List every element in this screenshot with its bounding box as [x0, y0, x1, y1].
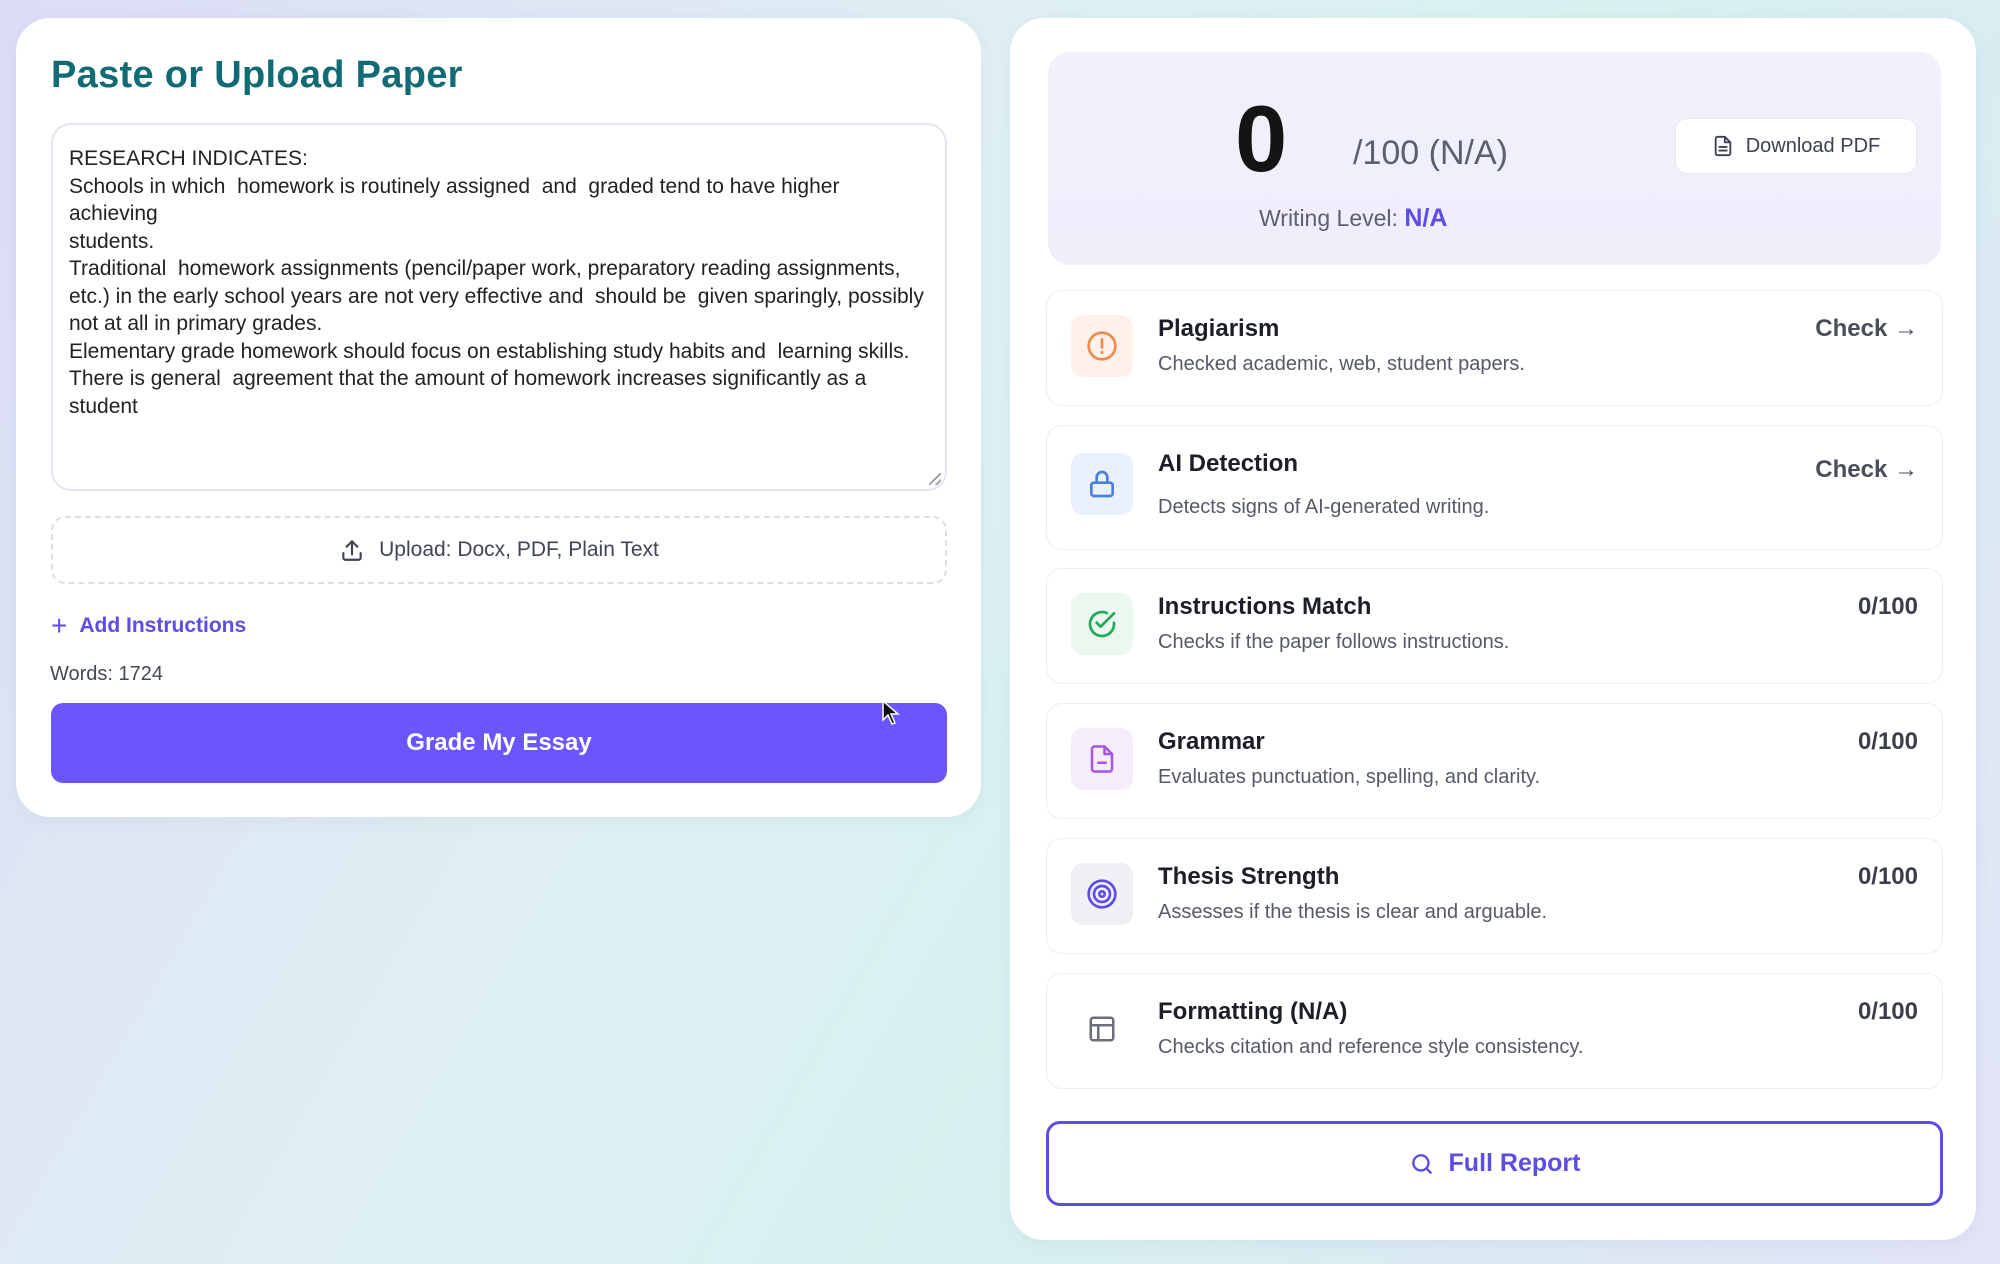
metric-title: Plagiarism [1158, 315, 1280, 342]
metric-thesis-strength[interactable]: Thesis Strength Assesses if the thesis i… [1046, 838, 1943, 954]
plus-icon: + [51, 610, 68, 641]
writing-level: Writing Level: N/A [1259, 204, 1447, 233]
metric-title: Formatting (N/A) [1158, 998, 1348, 1025]
metric-plagiarism[interactable]: Plagiarism Checked academic, web, studen… [1046, 290, 1943, 406]
add-instructions-label: Add Instructions [79, 614, 247, 637]
metric-description: Evaluates punctuation, spelling, and cla… [1158, 766, 1541, 788]
document-icon [1714, 135, 1731, 157]
alert-circle-icon [1071, 315, 1133, 377]
metric-formatting[interactable]: Formatting (N/A) Checks citation and ref… [1046, 973, 1943, 1089]
mouse-pointer-icon [882, 700, 900, 725]
essay-textarea[interactable]: RESEARCH INDICATES: Schools in which hom… [51, 123, 947, 491]
full-report-label: Full Report [1448, 1149, 1581, 1177]
document-icon [1071, 728, 1133, 790]
page-title: Paste or Upload Paper [51, 54, 463, 96]
target-icon [1071, 863, 1133, 925]
download-pdf-button[interactable]: Download PDF [1675, 118, 1917, 174]
metric-description: Checked academic, web, student papers. [1158, 353, 1525, 375]
resize-handle-icon[interactable] [929, 473, 941, 485]
metric-score: 0/100 [1857, 728, 1918, 755]
metric-title: Grammar [1158, 728, 1265, 755]
upload-dropzone[interactable]: Upload: Docx, PDF, Plain Text [51, 516, 947, 584]
score-out-of: /100 (N/A) [1353, 134, 1508, 172]
check-circle-icon [1071, 593, 1133, 655]
metric-score: 0/100 [1857, 863, 1918, 890]
upload-label: Upload: Docx, PDF, Plain Text [379, 538, 659, 561]
grade-essay-button[interactable]: Grade My Essay [51, 703, 947, 783]
metric-grammar[interactable]: Grammar Evaluates punctuation, spelling,… [1046, 703, 1943, 819]
metric-description: Assesses if the thesis is clear and argu… [1158, 901, 1548, 923]
word-count: Words: 1724 [50, 663, 164, 685]
add-instructions-button[interactable]: + Add Instructions [51, 612, 246, 640]
metric-description: Checks citation and reference style cons… [1158, 1036, 1584, 1058]
download-pdf-label: Download PDF [1745, 134, 1881, 157]
metric-title: AI Detection [1158, 450, 1299, 477]
lock-icon [1071, 453, 1133, 515]
metric-description: Checks if the paper follows instructions… [1158, 631, 1510, 653]
check-plagiarism-button[interactable]: Check → [1815, 315, 1918, 343]
writing-level-label: Writing Level: [1259, 205, 1398, 231]
metric-title: Instructions Match [1158, 593, 1372, 620]
overall-score: 0 [1235, 86, 1288, 191]
upload-icon [342, 540, 362, 561]
layout-icon [1071, 998, 1133, 1060]
metric-score: 0/100 [1857, 998, 1918, 1025]
metric-ai-detection[interactable]: AI Detection Detects signs of AI-generat… [1046, 425, 1943, 550]
paper-input-card: Paste or Upload Paper RESEARCH INDICATES… [16, 18, 981, 817]
metric-score: 0/100 [1857, 593, 1918, 620]
search-icon [1411, 1153, 1432, 1174]
full-report-button[interactable]: Full Report [1046, 1121, 1943, 1206]
metric-description: Detects signs of AI-generated writing. [1158, 496, 1490, 518]
essay-text[interactable]: RESEARCH INDICATES: Schools in which hom… [69, 145, 931, 420]
check-ai-detection-button[interactable]: Check → [1815, 456, 1918, 484]
metric-instructions-match[interactable]: Instructions Match Checks if the paper f… [1046, 568, 1943, 684]
writing-level-value: N/A [1404, 204, 1448, 232]
results-card: 0 /100 (N/A) Writing Level: N/A Download… [1010, 18, 1976, 1240]
score-panel: 0 /100 (N/A) Writing Level: N/A Download… [1048, 52, 1941, 265]
metric-title: Thesis Strength [1158, 863, 1340, 890]
